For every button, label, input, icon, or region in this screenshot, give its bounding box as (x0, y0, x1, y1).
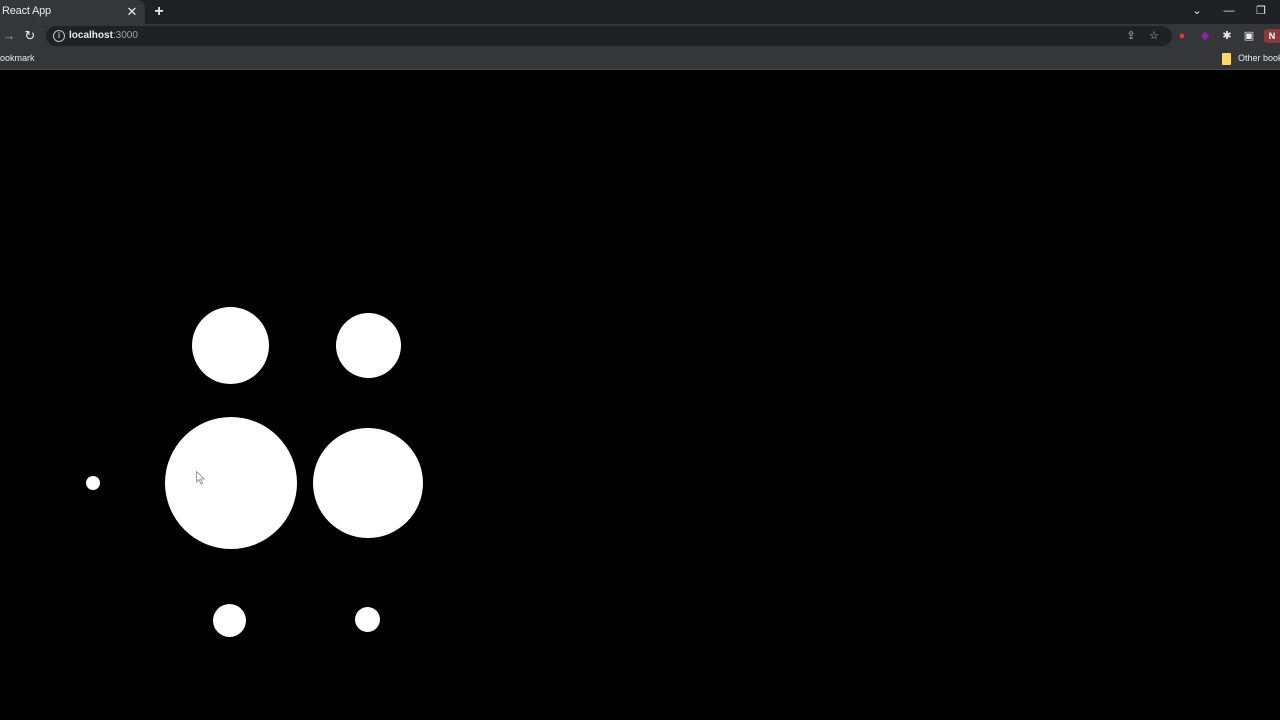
url-port: :3000 (112, 30, 138, 41)
page-viewport (0, 71, 1280, 720)
close-icon[interactable]: ✕ (124, 4, 140, 20)
circle-top-right (336, 313, 401, 378)
circle-middle-large (165, 417, 297, 549)
address-bar[interactable]: i localhost:3000 ⇪ ☆ (46, 26, 1172, 46)
circle-top-left (192, 307, 269, 384)
tab-react-app[interactable]: React App ✕ (0, 0, 145, 24)
side-panel-icon[interactable]: ▣ (1242, 28, 1256, 44)
bookmarks-bar: ookmark Other book (0, 48, 1280, 70)
minimize-icon[interactable]: — (1219, 2, 1239, 20)
url-host: localhost (69, 30, 113, 41)
profile-avatar[interactable]: N (1264, 29, 1280, 43)
folder-icon (1222, 53, 1231, 65)
tab-strip: React App ✕ + ⌄ — ❐ (0, 0, 1280, 24)
circle-bottom-right (355, 607, 380, 632)
bookmark-item[interactable]: ookmark (0, 53, 35, 63)
color-extension-icon[interactable]: ◆ (1198, 28, 1212, 44)
tab-title: React App (2, 5, 51, 17)
info-icon[interactable]: i (53, 30, 65, 42)
other-bookmarks[interactable]: Other book (1238, 53, 1280, 63)
share-icon[interactable]: ⇪ (1123, 28, 1139, 44)
circle-bottom-left (213, 604, 246, 637)
circle-small-left (86, 476, 100, 490)
red-extension-icon[interactable]: ● (1175, 28, 1189, 44)
url-text: localhost:3000 (69, 30, 138, 41)
chevron-down-icon[interactable]: ⌄ (1187, 2, 1207, 20)
plus-icon[interactable]: + (150, 3, 168, 21)
browser-toolbar: → ↻ i localhost:3000 ⇪ ☆ ● ◆ ✱ ▣ N (0, 24, 1280, 48)
star-icon[interactable]: ☆ (1146, 28, 1162, 44)
cursor-icon (196, 471, 206, 485)
reload-icon[interactable]: ↻ (21, 27, 39, 45)
restore-icon[interactable]: ❐ (1251, 2, 1271, 20)
circle-middle-right (313, 428, 423, 538)
puzzle-icon[interactable]: ✱ (1220, 28, 1234, 44)
forward-icon[interactable]: → (0, 27, 18, 45)
